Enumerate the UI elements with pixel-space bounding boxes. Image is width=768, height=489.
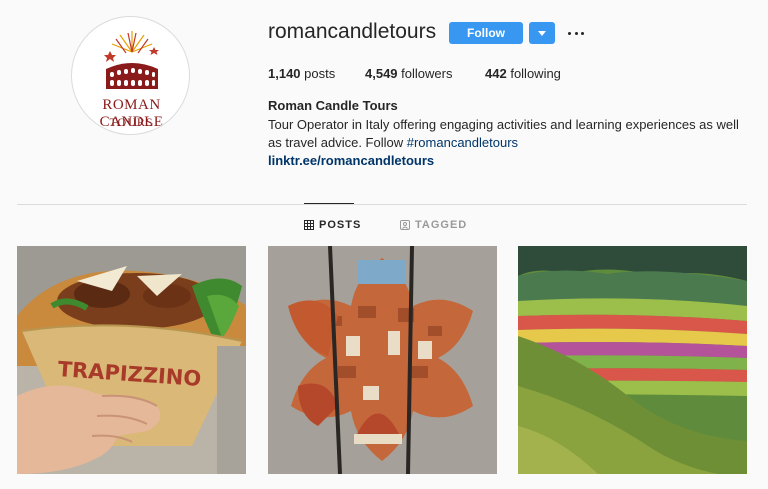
- tagged-user-icon: [400, 220, 410, 230]
- followers-count-value: 4,549: [365, 66, 398, 81]
- active-tab-indicator: [304, 203, 354, 204]
- bio-hashtag-link[interactable]: #romancandletours: [407, 135, 518, 150]
- tabs-divider: [17, 204, 747, 205]
- post-flowering-valley[interactable]: [518, 246, 747, 474]
- post-florence-view-through-window[interactable]: [268, 246, 497, 474]
- profile-full-name: Roman Candle Tours: [268, 98, 398, 113]
- following-count-value: 442: [485, 66, 507, 81]
- tab-posts[interactable]: POSTS: [304, 219, 361, 231]
- profile-website-link[interactable]: linktr.ee/romancandletours: [268, 153, 434, 168]
- grid-icon: [304, 220, 314, 230]
- florence-window-photo: [268, 246, 497, 474]
- more-options-icon[interactable]: [568, 24, 584, 42]
- posts-count-value: 1,140: [268, 66, 301, 81]
- posts-count-label: posts: [304, 66, 336, 81]
- following-label: following: [510, 66, 561, 81]
- suggested-accounts-dropdown-button[interactable]: [529, 22, 555, 44]
- profile-username: romancandletours: [268, 20, 437, 43]
- post-trapizzino-sandwich[interactable]: TRAPIZZINO: [17, 246, 246, 474]
- valley-landscape-photo: [518, 246, 747, 474]
- caret-down-icon: [538, 30, 546, 36]
- tab-posts-label: POSTS: [319, 219, 362, 231]
- avatar-logo-text-line2: TOURS: [109, 115, 154, 129]
- trapizzino-photo: TRAPIZZINO: [17, 246, 246, 474]
- profile-avatar[interactable]: ROMAN CANDLE TOURS: [71, 16, 190, 135]
- posts-count-stat: 1,140 posts: [268, 66, 335, 81]
- profile-bio: Tour Operator in Italy offering engaging…: [268, 116, 753, 152]
- followers-label: followers: [401, 66, 453, 81]
- tab-tagged-label: TAGGED: [415, 219, 468, 231]
- follow-button[interactable]: Follow: [449, 22, 523, 44]
- followers-stat[interactable]: 4,549 followers: [365, 66, 452, 81]
- tab-tagged[interactable]: TAGGED: [400, 219, 467, 231]
- following-stat[interactable]: 442 following: [485, 66, 561, 81]
